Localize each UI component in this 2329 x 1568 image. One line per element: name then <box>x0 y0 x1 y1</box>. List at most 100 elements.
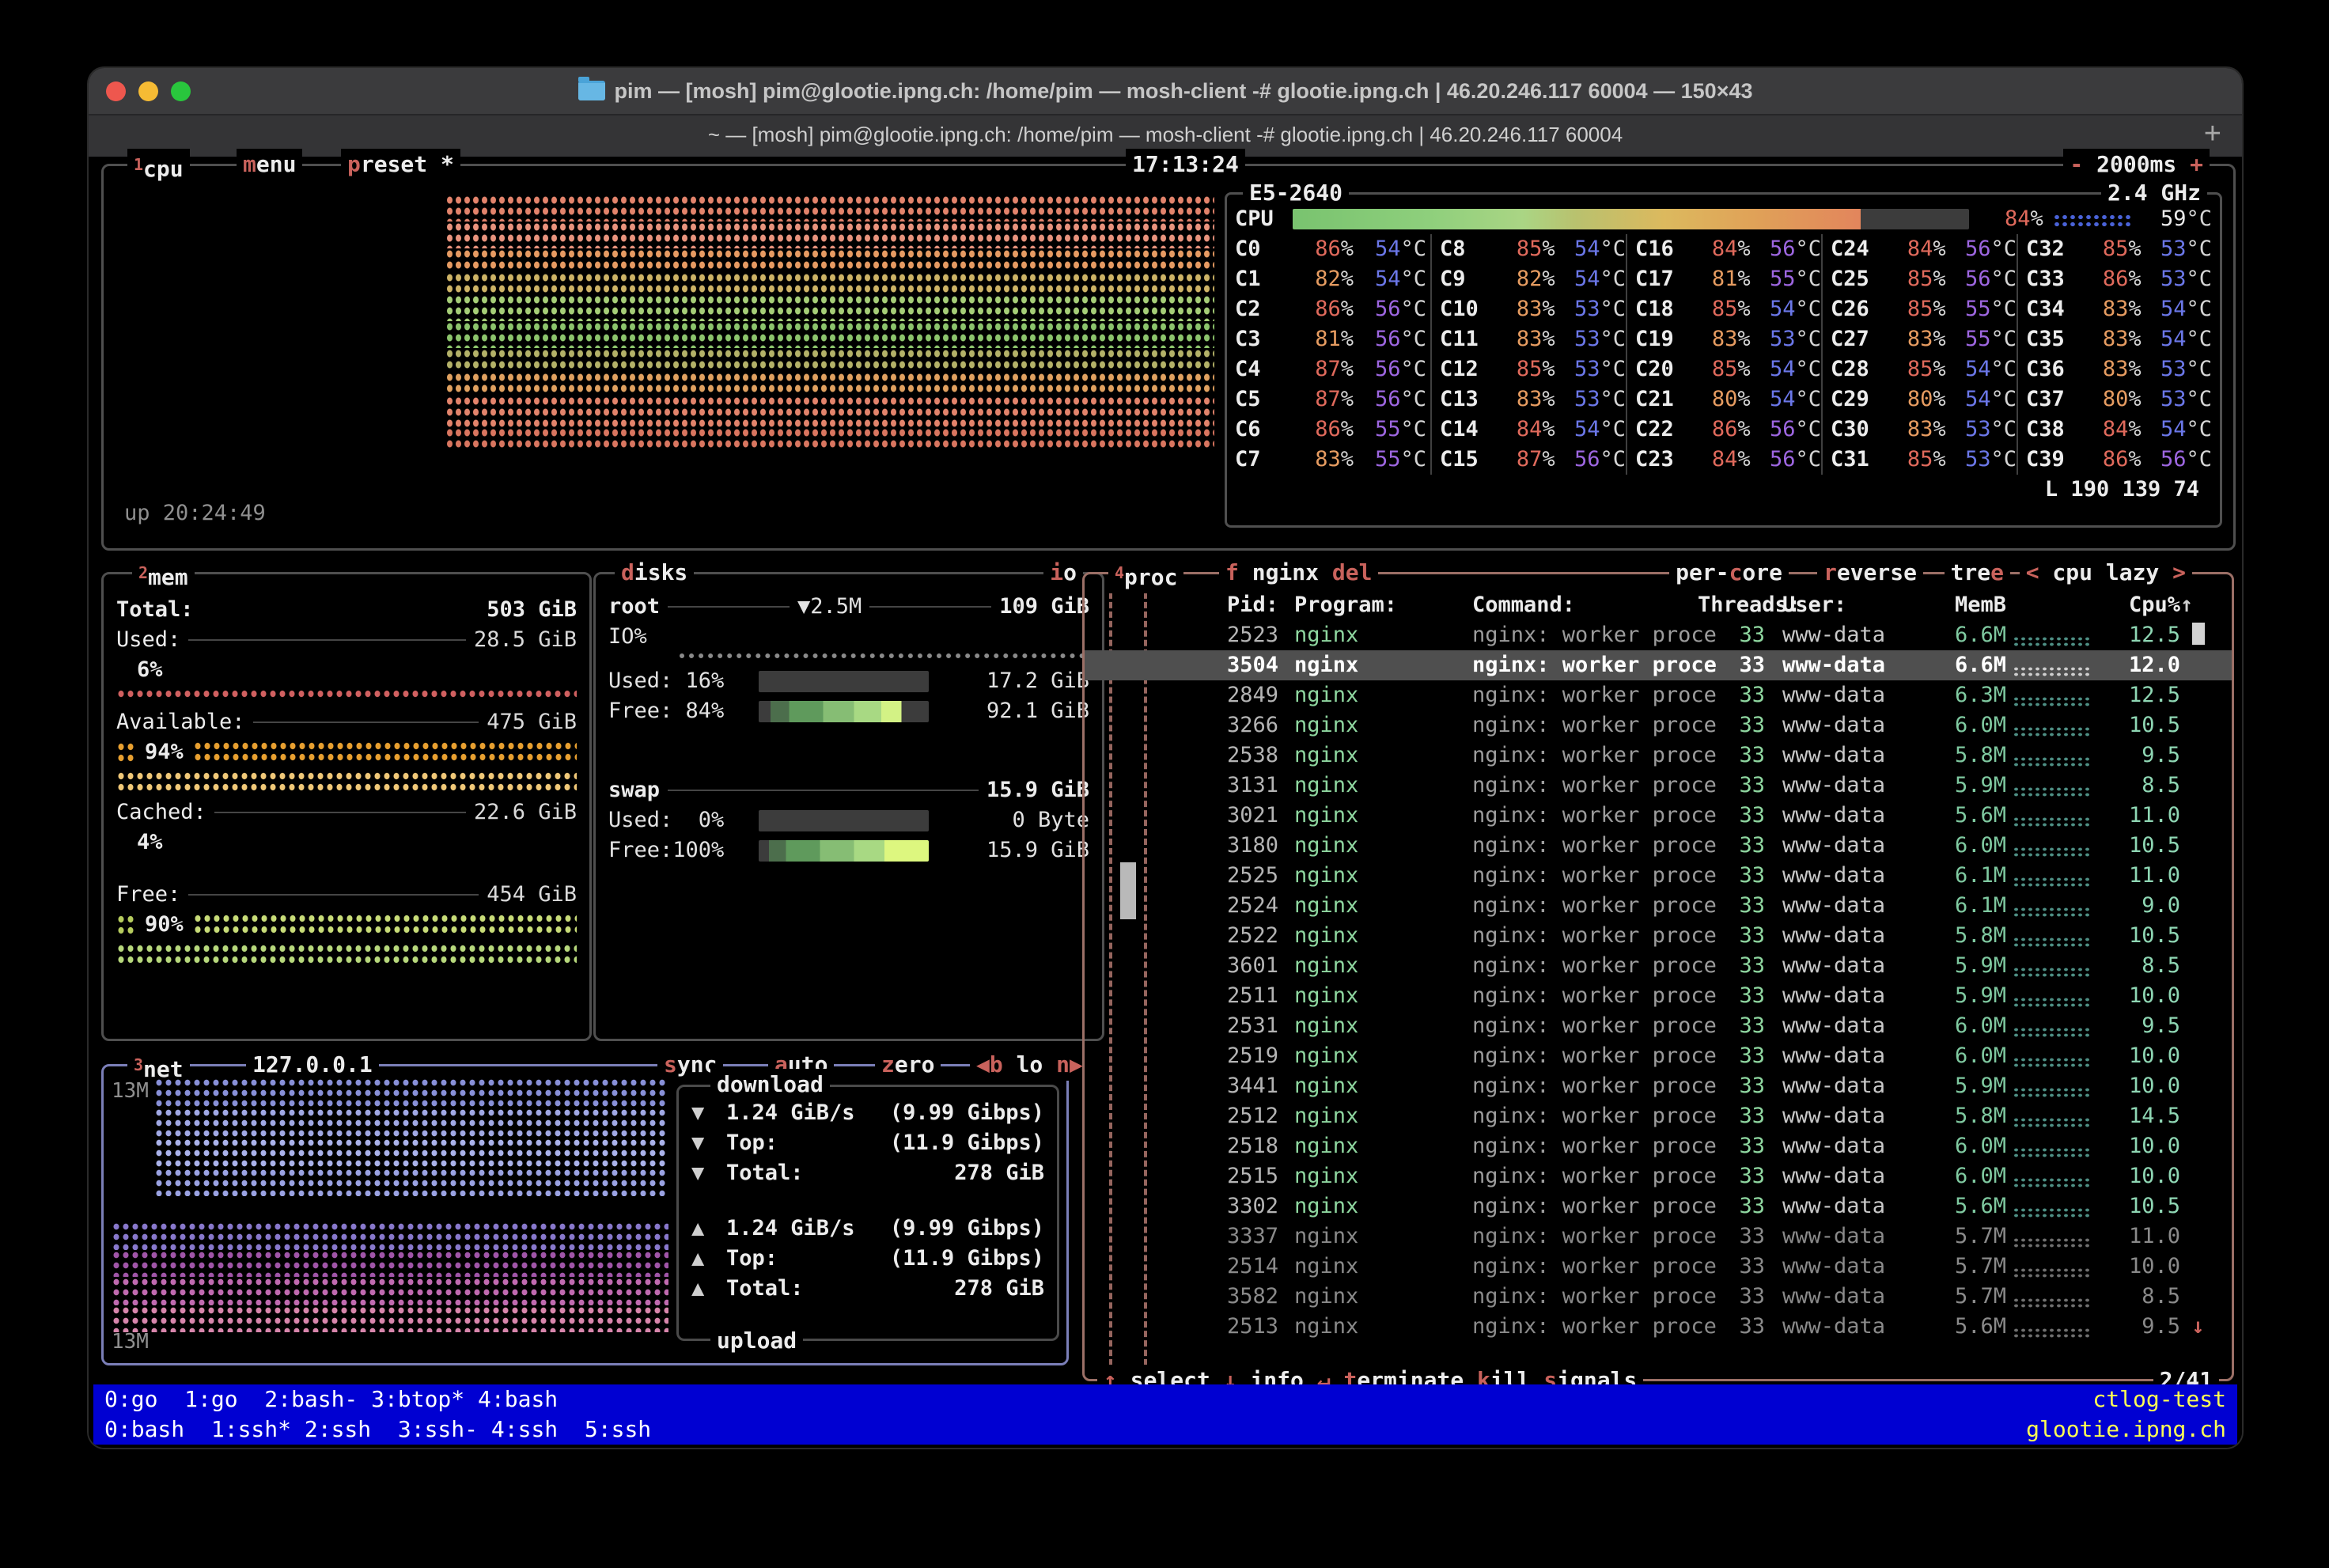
proc-row[interactable]: 2511nginxnginx: worker proce33www-data5.… <box>1085 981 2232 1011</box>
tmux-windows-1[interactable]: 0:go 1:go 2:bash- 3:btop* 4:bash <box>104 1386 558 1412</box>
disk-root-free-bar <box>759 701 929 722</box>
scroll-up-indicator[interactable]: ↑ <box>2180 590 2216 620</box>
download-top: ▼Top:(11.9 Gibps) <box>679 1128 1057 1158</box>
proc-cpu-minigraph <box>2013 1207 2092 1218</box>
disk-swap-row: swap15.9 GiB <box>608 775 1089 805</box>
disks-tab[interactable]: disks <box>615 557 694 589</box>
proc-filter[interactable]: f nginx del <box>1219 557 1378 589</box>
proc-row[interactable]: 3131nginxnginx: worker proce33www-data5.… <box>1085 771 2232 801</box>
cpu-history-graph <box>445 195 1214 511</box>
proc-row[interactable]: 2512nginxnginx: worker proce33www-data5.… <box>1085 1101 2232 1131</box>
download-speed: ▼1.24 GiB/s(9.99 Gibps) <box>679 1098 1057 1128</box>
proc-row[interactable]: 3504nginxnginx: worker proce33www-data6.… <box>1085 650 2232 680</box>
core-cell: C587%56°C <box>1235 384 1430 415</box>
proc-row[interactable]: 2514nginxnginx: worker proce33www-data5.… <box>1085 1252 2232 1282</box>
menu-button[interactable]: menu <box>237 149 302 180</box>
cpu-total-bar <box>1293 209 1969 229</box>
proc-row[interactable]: 3337nginxnginx: worker proce33www-data5.… <box>1085 1221 2232 1252</box>
core-row: C587%56°CC1383%53°CC2180%54°CC2980%54°CC… <box>1227 384 2220 415</box>
proc-row[interactable]: 3021nginxnginx: worker proce33www-data5.… <box>1085 801 2232 831</box>
core-cell: C2085%54°C <box>1626 354 1821 384</box>
proc-row[interactable]: 2515nginxnginx: worker proce33www-data6.… <box>1085 1161 2232 1191</box>
core-cell: C1083%53°C <box>1430 294 1626 324</box>
net-zero-button[interactable]: zero <box>875 1049 941 1081</box>
cpu-tab[interactable]: 1cpu <box>127 149 190 185</box>
proc-box: 4proc f nginx del per-core reverse tree … <box>1082 572 2234 1381</box>
disk-root-row: root▼2.5M109 GiB <box>608 592 1089 622</box>
mem-used-row: Used:28.5 GiB <box>116 625 577 655</box>
proc-row[interactable]: 2513nginxnginx: worker proce33www-data5.… <box>1085 1312 2232 1342</box>
proc-cpu-minigraph <box>2013 666 2092 676</box>
core-cell: C2384%56°C <box>1626 445 1821 475</box>
download-title: download <box>710 1069 830 1100</box>
mem-tab[interactable]: 2mem <box>132 557 195 593</box>
mem-used-pct: 6% <box>116 655 577 685</box>
scrollbar-thumb[interactable] <box>2192 623 2205 645</box>
proc-row[interactable]: 2523nginxnginx: worker proce33www-data6.… <box>1085 620 2232 650</box>
proc-row[interactable]: 3441nginxnginx: worker proce33www-data5.… <box>1085 1071 2232 1101</box>
core-cell: C3780%53°C <box>2017 384 2212 415</box>
disk-swap-used-bar <box>759 810 929 831</box>
core-cell: C3386%53°C <box>2017 264 2212 294</box>
scroll-down-indicator[interactable]: ↓ <box>2191 1314 2204 1339</box>
proc-row[interactable]: 2525nginxnginx: worker proce33www-data6.… <box>1085 861 2232 891</box>
new-tab-button[interactable]: + <box>2204 117 2221 151</box>
proc-row[interactable]: 2531nginxnginx: worker proce33www-data6.… <box>1085 1011 2232 1041</box>
proc-cpu-minigraph <box>2013 846 2092 857</box>
io-tab[interactable]: io <box>1043 557 1083 589</box>
proc-cpu-minigraph <box>2013 1117 2092 1127</box>
tree-button[interactable]: tree <box>1945 557 2010 589</box>
mem-used-graph <box>116 688 577 699</box>
mem-cached-pct: 4% <box>116 828 577 858</box>
proc-row[interactable]: 3266nginxnginx: worker proce33www-data6.… <box>1085 710 2232 740</box>
proc-cpu-minigraph <box>2013 1177 2092 1187</box>
proc-row[interactable]: 2518nginxnginx: worker proce33www-data6.… <box>1085 1131 2232 1161</box>
core-cell: C3583%54°C <box>2017 324 2212 354</box>
tmux-session-1: ctlog-test <box>2092 1384 2226 1415</box>
titlebar: pim — [mosh] pim@glootie.ipng.ch: /home/… <box>89 68 2242 114</box>
per-core-button[interactable]: per-core <box>1669 557 1789 589</box>
net-box: 3net 127.0.0.1 sync auto zero ◀b lo n▶ 1… <box>101 1064 1069 1365</box>
disks-box: disks io root▼2.5M109 GiB IO% Used: 16%1… <box>593 572 1104 1041</box>
upload-title: upload <box>710 1325 803 1357</box>
proc-cpu-minigraph <box>2013 937 2092 947</box>
tmux-windows-2[interactable]: 0:bash 1:ssh* 2:ssh 3:ssh- 4:ssh 5:ssh <box>104 1416 651 1442</box>
core-row: C381%56°CC1183%53°CC1983%53°CC2783%55°CC… <box>1227 324 2220 354</box>
mem-total-row: Total:503 GiB <box>116 595 577 625</box>
core-row: C086%54°CC885%54°CC1684%56°CC2484%56°CC3… <box>1227 234 2220 264</box>
proc-cpu-minigraph <box>2013 756 2092 767</box>
proc-row[interactable]: 3601nginxnginx: worker proce33www-data5.… <box>1085 951 2232 981</box>
proc-cpu-minigraph <box>2013 907 2092 917</box>
sort-selector[interactable]: < cpu lazy > <box>2020 557 2192 589</box>
mem-cached-row: Cached:22.6 GiB <box>116 797 577 828</box>
proc-row[interactable]: 2519nginxnginx: worker proce33www-data6.… <box>1085 1041 2232 1071</box>
mem-available-meter: 94% <box>116 737 577 767</box>
net-scale-bottom: 13M <box>112 1327 149 1357</box>
cpu-core-panel: E5-2640 2.4 GHz CPU 84% 59°C C086%54°CC8… <box>1225 192 2222 528</box>
proc-row[interactable]: 2522nginxnginx: worker proce33www-data5.… <box>1085 921 2232 951</box>
interval-plus-button[interactable]: + <box>2190 151 2203 177</box>
disk-root-used-bar <box>759 671 929 692</box>
proc-cpu-minigraph <box>2013 877 2092 887</box>
core-cell: C1885%54°C <box>1626 294 1821 324</box>
proc-row[interactable]: 3302nginxnginx: worker proce33www-data5.… <box>1085 1191 2232 1221</box>
proc-tab[interactable]: 4proc <box>1108 557 1183 593</box>
core-cell: C1983%53°C <box>1626 324 1821 354</box>
core-cell: C3285%53°C <box>2017 234 2212 264</box>
proc-row[interactable]: 3582nginxnginx: worker proce33www-data5.… <box>1085 1282 2232 1312</box>
mem-free-meter: 90% <box>116 910 577 940</box>
proc-row[interactable]: 2538nginxnginx: worker proce33www-data5.… <box>1085 740 2232 771</box>
net-address: 127.0.0.1 <box>246 1049 379 1081</box>
proc-row[interactable]: 3180nginxnginx: worker proce33www-data6.… <box>1085 831 2232 861</box>
proc-row[interactable]: 2524nginxnginx: worker proce33www-data6.… <box>1085 891 2232 921</box>
core-cell: C1285%53°C <box>1430 354 1626 384</box>
proc-row[interactable]: 2849nginxnginx: worker proce33www-data6.… <box>1085 680 2232 710</box>
proc-cpu-minigraph <box>2013 1057 2092 1067</box>
proc-cpu-minigraph <box>2013 997 2092 1007</box>
core-cell: C2783%55°C <box>1821 324 2017 354</box>
net-interface-switch[interactable]: ◀b lo n▶ <box>970 1049 1089 1081</box>
interval-minus-button[interactable]: - <box>2070 151 2083 177</box>
reverse-button[interactable]: reverse <box>1817 557 1923 589</box>
preset-button[interactable]: preset * <box>341 149 460 180</box>
core-cell: C3884%54°C <box>2017 415 2212 445</box>
